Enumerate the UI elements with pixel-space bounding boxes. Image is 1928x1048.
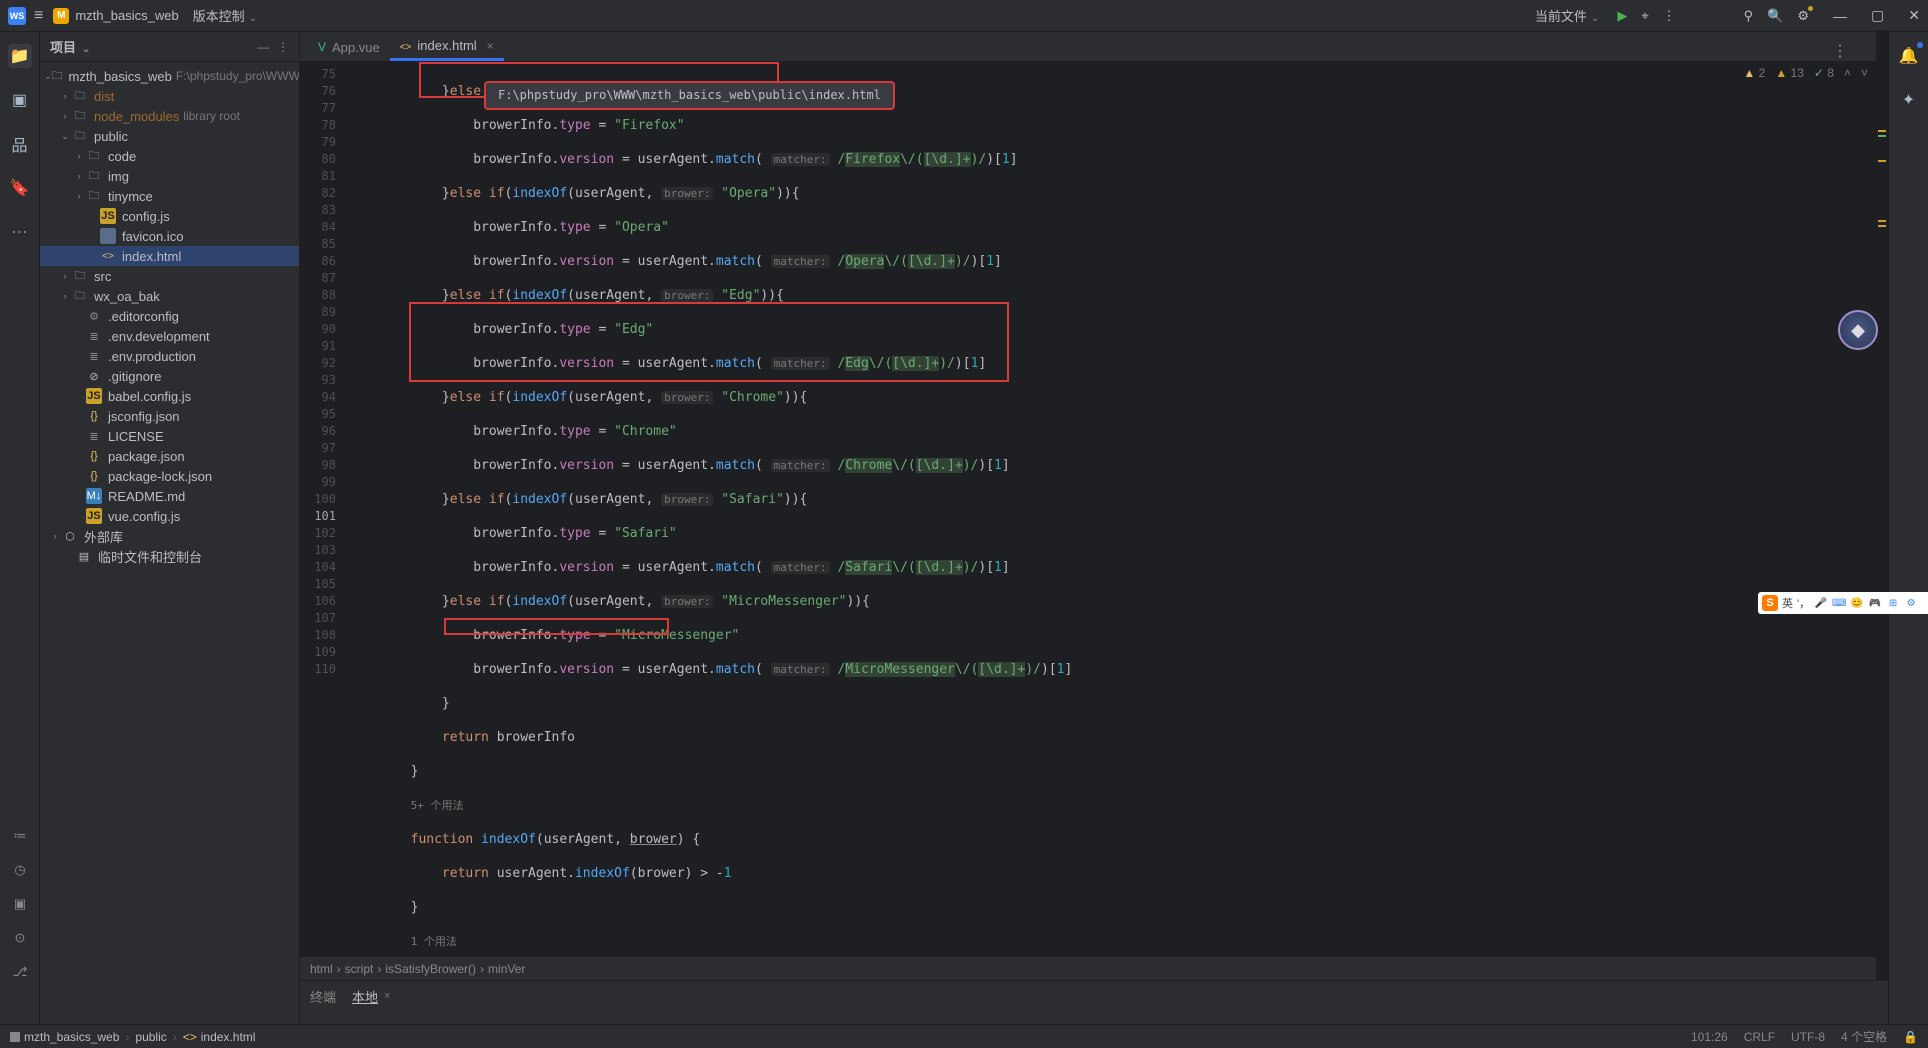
cursor-position[interactable]: 101:26 [1691,1030,1728,1044]
html-icon [400,38,412,53]
right-tool-rail: 🔔 ✦ [1888,32,1928,1024]
code-with-me-icon[interactable]: ⚲ [1744,8,1754,24]
minimize-icon[interactable]: — [1833,8,1847,24]
terminal-local-tab[interactable]: 本地 [352,987,378,1006]
editor-body[interactable]: 7576777879808182838485868788899091929394… [300,62,1888,956]
tree-file-jsconfig[interactable]: {}jsconfig.json [40,406,299,426]
close-terminal-tab-icon[interactable]: × [384,990,390,1002]
structure-tool-icon[interactable]: 品 [8,132,32,156]
terminal-panel: 终端 本地 × [300,980,1888,1024]
tree-file-config[interactable]: config.js [40,206,299,226]
left-bottom-rail: ≔ ◷ ▣ ⊙ ⎇ [0,828,40,980]
project-tree[interactable]: ⌄🗀mzth_basics_webF:\phpstudy_pro\WWW\mzt… [40,62,299,1024]
indent-info[interactable]: 4 个空格 [1841,1028,1887,1045]
maximize-icon[interactable]: ▢ [1871,7,1884,24]
tree-file-favicon[interactable]: favicon.ico [40,226,299,246]
tab-index-html[interactable]: index.html× [390,33,504,61]
project-header: 项目⌄ — ⋮ [40,32,299,62]
run-config-dropdown[interactable]: 当前文件⌄ [1535,6,1599,25]
tree-folder-node-modules[interactable]: ›🗀node_moduleslibrary root [40,106,299,126]
status-crumb[interactable]: index.html [201,1030,256,1044]
ime-toolbar[interactable]: S英'， 🎤 ⌨ 😊 🎮 ⊞ ⚙ [1758,592,1928,614]
vcs-dropdown[interactable]: 版本控制⌄ [193,6,257,25]
tree-file-package[interactable]: {}package.json [40,446,299,466]
file-encoding[interactable]: UTF-8 [1791,1030,1825,1044]
project-badge-icon: M [53,8,69,24]
tree-folder-tinymce[interactable]: ›🗀tinymce [40,186,299,206]
line-gutter: 7576777879808182838485868788899091929394… [300,62,344,956]
tree-root[interactable]: ⌄🗀mzth_basics_webF:\phpstudy_pro\WWW\mzt… [40,66,299,86]
vue-icon: V [318,40,326,54]
ai-assistant-icon[interactable]: ✦ [1897,88,1921,112]
error-stripe[interactable] [1876,32,1888,980]
settings-icon[interactable]: ⚙ [1797,8,1809,24]
more-actions-icon[interactable]: ⋮ [1663,8,1676,24]
tree-file-readme[interactable]: README.md [40,486,299,506]
editor-tabs: VApp.vue index.html× ⋮ [300,32,1888,62]
favorites-tool-icon[interactable]: 🔖 [8,176,32,200]
project-panel-title[interactable]: 项目⌄ [50,37,90,56]
title-bar: WS ≡ M mzth_basics_web 版本控制⌄ 当前文件⌄ ▶ ⌖ ⋮… [0,0,1928,32]
tabs-more-icon[interactable]: ⋮ [1832,41,1848,61]
tree-file-gitignore[interactable]: ⊘.gitignore [40,366,299,386]
tree-file-license[interactable]: ≣LICENSE [40,426,299,446]
tree-folder-dist[interactable]: ›🗀dist [40,86,299,106]
search-icon[interactable]: 🔍 [1767,8,1783,24]
tree-file-index-html[interactable]: index.html [40,246,299,266]
hamburger-menu-icon[interactable]: ≡ [34,7,43,25]
status-crumb[interactable]: mzth_basics_web [24,1030,119,1044]
tree-file-env-dev[interactable]: ≣.env.development [40,326,299,346]
bookmarks-tool-icon[interactable]: ▣ [8,88,32,112]
close-icon[interactable]: ✕ [1908,7,1920,24]
terminal-main-tab[interactable]: 终端 [310,987,336,1006]
close-tab-icon[interactable]: × [487,39,494,53]
module-icon [10,1032,20,1042]
tab-app-vue[interactable]: VApp.vue [308,33,390,61]
line-separator[interactable]: CRLF [1744,1030,1775,1044]
debug-icon[interactable]: ⌖ [1641,8,1648,24]
project-name[interactable]: mzth_basics_web [75,8,178,23]
product-logo-icon: WS [8,7,26,25]
tree-external-libs[interactable]: ›⬡外部库 [40,526,299,546]
code-content[interactable]: }else if(indexOf(userAgent, brower: "Fir… [344,62,1888,956]
tree-folder-img[interactable]: ›🗀img [40,166,299,186]
services-tool-icon[interactable]: ◷ [14,862,25,878]
tree-folder-src[interactable]: ›🗀src [40,266,299,286]
notifications-icon[interactable]: 🔔 [1897,44,1921,68]
panel-options-icon[interactable]: ⋮ [277,40,289,54]
status-bar: mzth_basics_web› public› <> index.html 1… [0,1024,1928,1048]
git-tool-icon[interactable]: ⎇ [13,964,28,980]
editor-area: VApp.vue index.html× ⋮ 75767778798081828… [300,32,1888,1024]
inspection-widget[interactable]: 2 13 8 ˄˅ [1743,66,1868,80]
tree-file-vue-config[interactable]: vue.config.js [40,506,299,526]
reader-mode-icon[interactable]: 🔒 [1903,1030,1918,1044]
run-icon[interactable]: ▶ [1617,8,1627,24]
file-path-tooltip: F:\phpstudy_pro\WWW\mzth_basics_web\publ… [484,81,895,110]
tree-file-package-lock[interactable]: {}package-lock.json [40,466,299,486]
project-panel: 项目⌄ — ⋮ ⌄🗀mzth_basics_webF:\phpstudy_pro… [40,32,300,1024]
status-crumb[interactable]: public [135,1030,166,1044]
hide-panel-icon[interactable]: — [257,40,269,54]
tree-file-env-prod[interactable]: ≣.env.production [40,346,299,366]
tree-folder-public[interactable]: ⌄🗀public [40,126,299,146]
problems-tool-icon[interactable]: ⊙ [15,930,26,946]
tree-folder-code[interactable]: ›🗀code [40,146,299,166]
todo-tool-icon[interactable]: ≔ [14,828,27,844]
tree-file-babel[interactable]: babel.config.js [40,386,299,406]
tree-folder-wx-oa-bak[interactable]: ›🗀wx_oa_bak [40,286,299,306]
more-tools-icon[interactable]: ⋯ [8,220,32,244]
tree-file-editorconfig[interactable]: .editorconfig [40,306,299,326]
project-tool-icon[interactable]: 📁 [8,44,32,68]
assistant-floating-icon[interactable]: ◆ [1838,310,1878,350]
code-breadcrumb[interactable]: html› script› isSatisfyBrower()› minVer [300,956,1888,980]
tree-scratches[interactable]: ▤临时文件和控制台 [40,546,299,566]
terminal-tool-icon[interactable]: ▣ [14,896,26,912]
